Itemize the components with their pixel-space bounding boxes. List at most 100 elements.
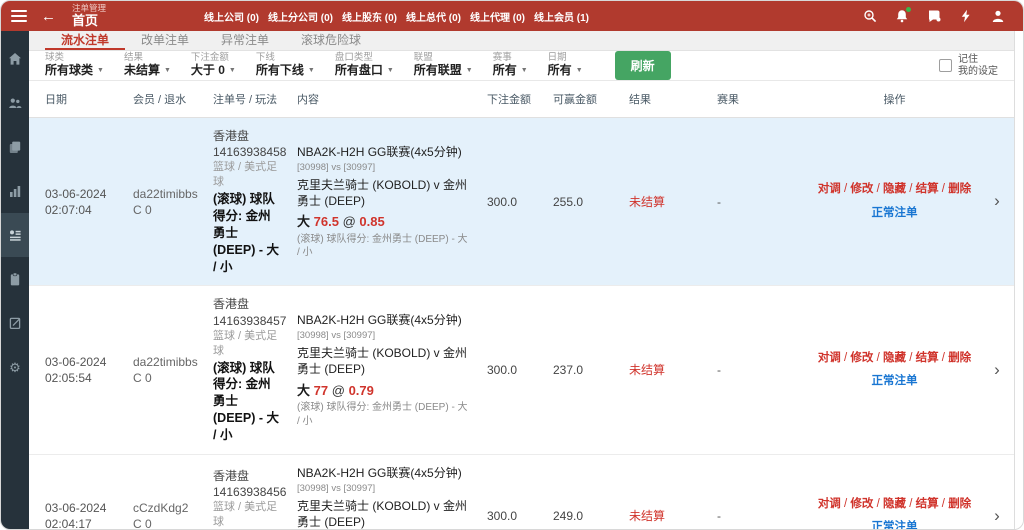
cell-score: - bbox=[709, 184, 809, 220]
remember-checkbox[interactable] bbox=[939, 59, 952, 72]
tab-flow-bets[interactable]: 流水注单 bbox=[45, 31, 125, 50]
filter-league[interactable]: 联盟 所有联盟▼ bbox=[414, 53, 473, 78]
cell-bet-amount: 300.0 bbox=[479, 498, 545, 530]
bet-handicap: 77 bbox=[314, 383, 328, 398]
sidebar: ⚙ bbox=[1, 31, 29, 530]
bet-odds: 0.85 bbox=[359, 214, 384, 229]
table-row[interactable]: 03-06-2024 02:04:17 cCzdKdg2 C 0 香港盘 141… bbox=[29, 455, 1014, 530]
table-row[interactable]: 03-06-2024 02:05:54 da22timibbs C 0 香港盘 … bbox=[29, 286, 1014, 454]
action-settle[interactable]: 结算 bbox=[916, 498, 949, 510]
match-teams: 克里夫兰骑士 (KOBOLD) v 金州勇士 (DEEP) bbox=[297, 177, 471, 209]
action-delete[interactable]: 删除 bbox=[948, 352, 971, 364]
action-swap[interactable]: 对调 bbox=[818, 183, 851, 195]
notification-badge bbox=[906, 7, 911, 12]
action-settle[interactable]: 结算 bbox=[916, 183, 949, 195]
bet-line: 大 77 @ 0.79 bbox=[297, 382, 471, 400]
cell-date: 03-06-2024 02:04:17 bbox=[29, 490, 125, 530]
sidebar-item-settings[interactable]: ⚙ bbox=[1, 345, 29, 389]
sidebar-item-notes[interactable] bbox=[1, 301, 29, 345]
match-ids: [30998] vs [30997] bbox=[297, 330, 471, 343]
back-arrow-icon[interactable]: ← bbox=[41, 9, 56, 24]
dropdown-caret-icon: ▼ bbox=[576, 67, 583, 75]
cell-score: - bbox=[709, 352, 809, 388]
action-modify[interactable]: 修改 bbox=[850, 352, 883, 364]
menu-icon[interactable] bbox=[11, 10, 27, 22]
filter-result[interactable]: 结果 未结算▼ bbox=[124, 53, 171, 78]
messages-icon[interactable] bbox=[926, 9, 941, 24]
bet-status-link[interactable]: 正常注单 bbox=[872, 520, 918, 530]
filter-bet-amount[interactable]: 下注金额 大于 0▼ bbox=[191, 53, 236, 78]
play-detail: (滚球) 球队得分: 金州勇士 (DEEP) - 大 / 小 bbox=[297, 401, 471, 428]
refresh-button[interactable]: 刷新 bbox=[615, 51, 671, 80]
at-sign: @ bbox=[343, 214, 356, 229]
stat-member: 线上会员 (1) bbox=[534, 9, 589, 24]
row-expand-chevron-icon[interactable]: › bbox=[980, 495, 1014, 530]
action-links: 对调修改隐藏结算删除 bbox=[817, 497, 972, 513]
filter-bar: 球类 所有球类▼ 结果 未结算▼ 下注金额 大于 0▼ 下线 所有下线▼ 盘口类… bbox=[29, 51, 1014, 81]
tab-bar: 流水注单 改单注单 异常注单 滚球危险球 bbox=[29, 31, 1014, 51]
action-links: 对调修改隐藏结算删除 bbox=[817, 351, 972, 367]
bet-status-link[interactable]: 正常注单 bbox=[872, 374, 918, 390]
online-stats: 线上公司 (0) 线上分公司 (0) 线上股东 (0) 线上总代 (0) 线上代… bbox=[204, 9, 589, 24]
filter-sport[interactable]: 球类 所有球类▼ bbox=[45, 53, 104, 78]
action-swap[interactable]: 对调 bbox=[818, 352, 851, 364]
notifications-bell-icon[interactable] bbox=[894, 9, 909, 24]
sidebar-item-home[interactable] bbox=[1, 37, 29, 81]
account-icon[interactable] bbox=[990, 9, 1005, 24]
gear-icon: ⚙ bbox=[9, 361, 21, 374]
action-settle[interactable]: 结算 bbox=[916, 352, 949, 364]
app-window: ← 注单管理 首页 线上公司 (0) 线上分公司 (0) 线上股东 (0) 线上… bbox=[0, 0, 1024, 530]
match-ids: [30998] vs [30997] bbox=[297, 162, 471, 175]
filter-market-type[interactable]: 盘口类型 所有盘口▼ bbox=[335, 53, 394, 78]
match-ids: [30998] vs [30997] bbox=[297, 483, 471, 496]
bet-odds: 0.79 bbox=[349, 383, 374, 398]
search-icon[interactable] bbox=[862, 9, 877, 24]
sidebar-item-statistics[interactable] bbox=[1, 169, 29, 213]
cell-date: 03-06-2024 02:07:04 bbox=[29, 176, 125, 228]
quick-actions-lightning-icon[interactable] bbox=[958, 9, 973, 24]
tab-modified-bets[interactable]: 改单注单 bbox=[125, 31, 205, 50]
action-hide[interactable]: 隐藏 bbox=[883, 498, 916, 510]
bet-line: 大 76.5 @ 0.85 bbox=[297, 213, 471, 231]
stat-branch: 线上分公司 (0) bbox=[268, 9, 333, 24]
bet-status-link[interactable]: 正常注单 bbox=[872, 206, 918, 222]
member-name: cCzdKdg2 bbox=[133, 500, 197, 516]
row-expand-chevron-icon[interactable]: › bbox=[980, 180, 1014, 223]
table-header: 日期 会员 / 退水 注单号 / 玩法 内容 下注金额 可赢金额 结果 赛果 操… bbox=[29, 81, 1014, 118]
action-swap[interactable]: 对调 bbox=[818, 498, 851, 510]
row-expand-chevron-icon[interactable]: › bbox=[980, 349, 1014, 392]
col-bet-amount: 下注金额 bbox=[479, 81, 545, 117]
col-member-rebate: 会员 / 退水 bbox=[125, 81, 205, 117]
cell-win-amount: 255.0 bbox=[545, 184, 621, 220]
col-result: 结果 bbox=[621, 81, 709, 117]
filter-downline[interactable]: 下线 所有下线▼ bbox=[256, 53, 315, 78]
action-delete[interactable]: 删除 bbox=[948, 498, 971, 510]
dropdown-caret-icon: ▼ bbox=[308, 67, 315, 75]
tab-abnormal-bets[interactable]: 异常注单 bbox=[205, 31, 285, 50]
scrollbar-track[interactable] bbox=[1014, 31, 1023, 530]
tab-live-danger-ball[interactable]: 滚球危险球 bbox=[285, 31, 377, 50]
top-bar: ← 注单管理 首页 线上公司 (0) 线上分公司 (0) 线上股东 (0) 线上… bbox=[1, 1, 1023, 31]
table-row[interactable]: 03-06-2024 02:07:04 da22timibbs C 0 香港盘 … bbox=[29, 118, 1014, 286]
bet-pick: 大 bbox=[297, 383, 310, 398]
sidebar-item-bet-orders[interactable] bbox=[1, 213, 29, 257]
play-type: (滚球) 球队得分: 金州勇士 (DEEP) - 大 / 小 bbox=[213, 360, 281, 444]
league-name: NBA2K-H2H GG联赛(4x5分钟) bbox=[297, 144, 471, 160]
action-hide[interactable]: 隐藏 bbox=[883, 352, 916, 364]
action-hide[interactable]: 隐藏 bbox=[883, 183, 916, 195]
filter-date[interactable]: 日期 所有▼ bbox=[548, 53, 583, 78]
sidebar-item-reports[interactable] bbox=[1, 125, 29, 169]
sidebar-item-clipboard[interactable] bbox=[1, 257, 29, 301]
at-sign: @ bbox=[332, 383, 345, 398]
cell-content: NBA2K-H2H GG联赛(4x5分钟) [30998] vs [30997]… bbox=[289, 134, 479, 270]
action-modify[interactable]: 修改 bbox=[850, 183, 883, 195]
action-delete[interactable]: 删除 bbox=[948, 183, 971, 195]
cell-win-amount: 249.0 bbox=[545, 498, 621, 530]
col-win-amount: 可赢金额 bbox=[545, 81, 621, 117]
stat-master-agent: 线上总代 (0) bbox=[406, 9, 461, 24]
action-modify[interactable]: 修改 bbox=[850, 498, 883, 510]
cell-result: 未结算 bbox=[621, 184, 709, 220]
sidebar-item-users[interactable] bbox=[1, 81, 29, 125]
filter-event[interactable]: 赛事 所有▼ bbox=[493, 53, 528, 78]
cell-result: 未结算 bbox=[621, 498, 709, 530]
